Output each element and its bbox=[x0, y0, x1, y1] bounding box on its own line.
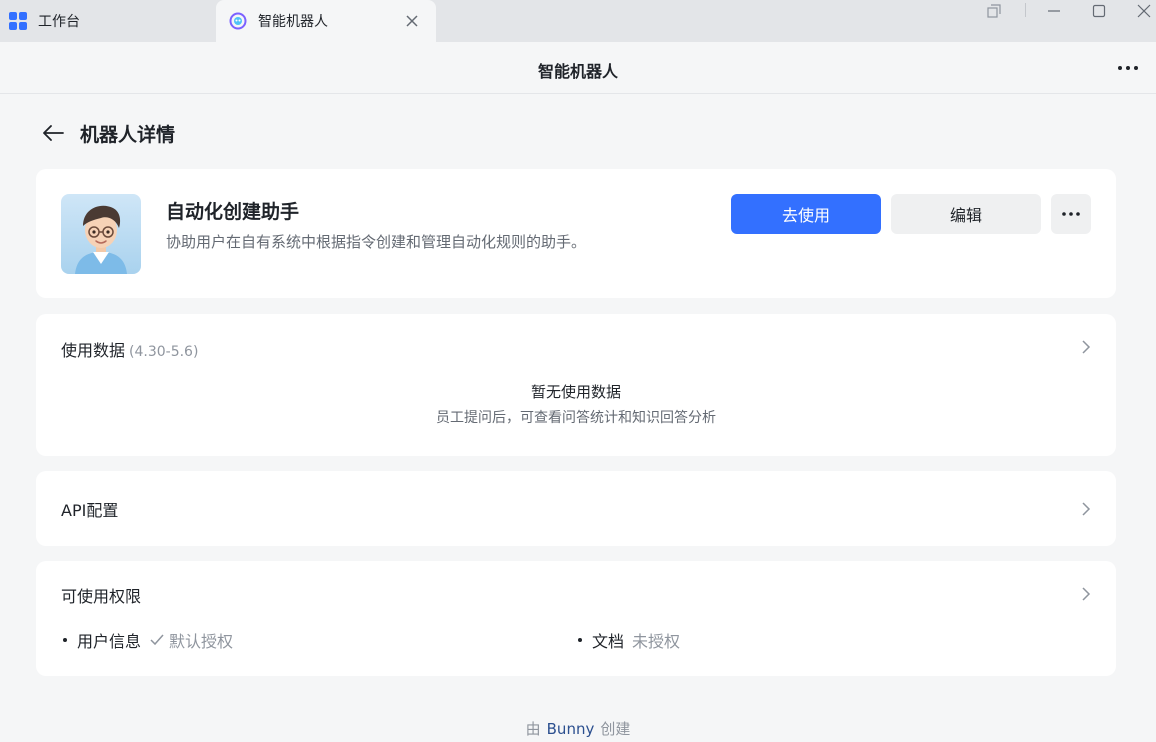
bot-name: 自动化创建助手 bbox=[166, 201, 300, 223]
back-arrow-icon[interactable] bbox=[40, 120, 66, 146]
tab-bar: 工作台 智能机器人 bbox=[0, 0, 1156, 42]
usage-data-card[interactable]: 使用数据 (4.30-5.6) 暂无使用数据 员工提问后，可查看问答统计和知识回答… bbox=[36, 314, 1116, 456]
usage-title: 使用数据 (4.30-5.6) bbox=[61, 337, 198, 361]
page-title: 机器人详情 bbox=[80, 123, 176, 146]
use-button[interactable]: 去使用 bbox=[731, 194, 881, 234]
permission-status-label: 默认授权 bbox=[169, 632, 234, 651]
bot-info-card: 自动化创建助手 协助用户在自有系统中根据指令创建和管理自动化规则的助手。 去使用… bbox=[36, 169, 1116, 298]
api-config-card[interactable]: API配置 bbox=[36, 471, 1116, 546]
chevron-right-icon[interactable] bbox=[1080, 501, 1092, 517]
edit-button[interactable]: 编辑 bbox=[891, 194, 1041, 234]
tab-label: 工作台 bbox=[38, 14, 80, 30]
permission-status: 未授权 bbox=[632, 628, 680, 652]
app-header: 智能机器人 bbox=[0, 42, 1156, 94]
minimize-icon[interactable] bbox=[1039, 0, 1069, 22]
creator-footer: 由 Bunny 创建 bbox=[0, 718, 1156, 739]
tab-label: 智能机器人 bbox=[258, 14, 328, 30]
permission-status: 默认授权 bbox=[149, 628, 233, 652]
tab-workbench[interactable]: 工作台 bbox=[0, 0, 214, 42]
chevron-right-icon[interactable] bbox=[1080, 586, 1092, 602]
window-close-icon[interactable] bbox=[1129, 0, 1156, 22]
bot-description: 协助用户在自有系统中根据指令创建和管理自动化规则的助手。 bbox=[166, 233, 587, 251]
usage-date-range: (4.30-5.6) bbox=[129, 344, 199, 360]
api-config-title: API配置 bbox=[61, 501, 119, 520]
permission-name: 文档 bbox=[592, 632, 625, 651]
empty-state-title: 暂无使用数据 bbox=[530, 383, 621, 401]
close-icon[interactable] bbox=[404, 13, 420, 29]
pop-out-icon[interactable] bbox=[979, 0, 1009, 22]
permission-status-label: 未授权 bbox=[632, 632, 681, 651]
more-icon bbox=[1062, 212, 1080, 216]
page-header: 机器人详情 bbox=[40, 118, 175, 148]
author-link[interactable]: Bunny bbox=[547, 720, 595, 738]
more-icon[interactable] bbox=[1114, 58, 1142, 78]
app-title: 智能机器人 bbox=[537, 62, 618, 81]
bullet bbox=[63, 638, 67, 642]
permission-item: 用户信息 默认授权 bbox=[63, 628, 233, 652]
robot-app-icon bbox=[228, 11, 248, 31]
maximize-icon[interactable] bbox=[1084, 0, 1114, 22]
empty-state-description: 员工提问后，可查看问答统计和知识回答分析 bbox=[436, 410, 716, 426]
divider bbox=[1025, 3, 1026, 17]
footer-prefix: 由 bbox=[525, 720, 541, 738]
permission-item: 文档 未授权 bbox=[578, 628, 680, 652]
apps-grid-icon bbox=[8, 11, 28, 31]
permission-name: 用户信息 bbox=[77, 632, 142, 651]
check-icon bbox=[150, 634, 164, 646]
chevron-right-icon[interactable] bbox=[1080, 339, 1092, 355]
bot-avatar bbox=[61, 194, 141, 274]
more-options-button[interactable] bbox=[1051, 194, 1091, 234]
tab-smart-robot[interactable]: 智能机器人 bbox=[216, 0, 436, 42]
permissions-title: 可使用权限 bbox=[61, 587, 142, 606]
footer-suffix: 创建 bbox=[600, 720, 631, 738]
bullet bbox=[578, 638, 582, 642]
permissions-card[interactable]: 可使用权限 用户信息 默认授权 文档 未授权 bbox=[36, 561, 1116, 676]
usage-title-label: 使用数据 bbox=[61, 341, 126, 360]
